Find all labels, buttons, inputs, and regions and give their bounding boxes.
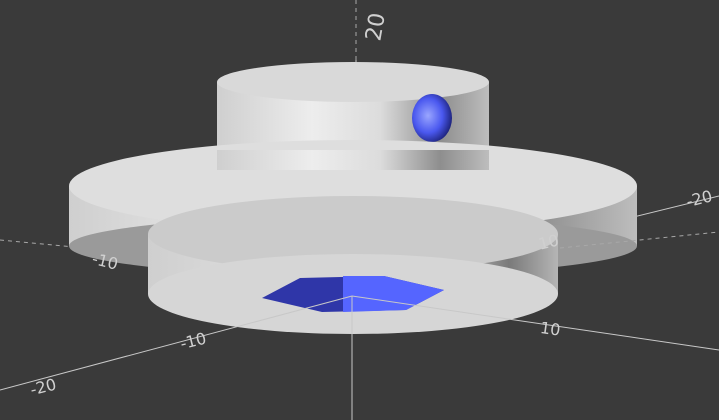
y-right-label: -20: [684, 186, 714, 211]
scene: 20 -10 -10 -20 10 10 -20: [0, 0, 719, 420]
set-screw-hole: [412, 94, 452, 142]
y-neg-label: -10: [178, 329, 208, 354]
3d-viewport[interactable]: 20 -10 -10 -20 10 10 -20: [0, 0, 719, 420]
z-label: 20: [361, 11, 390, 43]
x-pos-label: 10: [539, 318, 562, 340]
y-far-label: -20: [28, 375, 58, 400]
top-boss-cap: [217, 62, 489, 102]
lower-hub[interactable]: [148, 196, 558, 334]
